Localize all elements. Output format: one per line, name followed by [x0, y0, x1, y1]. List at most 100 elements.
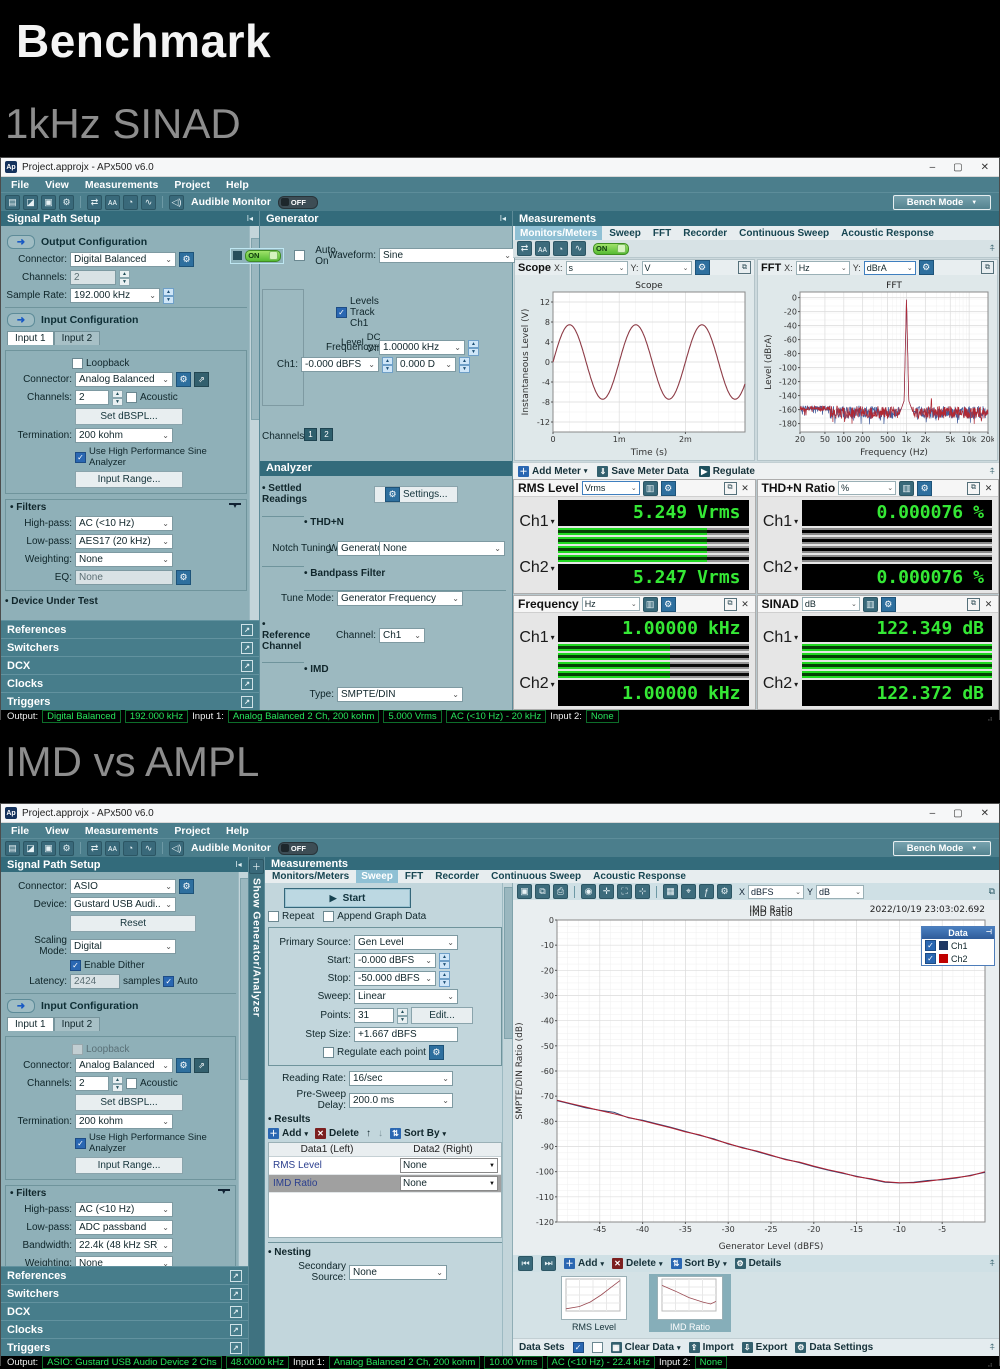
dataset2-checkbox[interactable]	[592, 1342, 603, 1353]
ch1-level-select[interactable]: -0.000 dBFS	[301, 357, 379, 372]
secondary-source-select[interactable]: None	[349, 1265, 447, 1280]
meter-settings-icon[interactable]	[917, 481, 932, 496]
monitor-icon[interactable]	[123, 841, 138, 856]
verify-icon[interactable]	[535, 241, 550, 256]
latency-auto-checkbox[interactable]	[163, 976, 174, 987]
close-button[interactable]: ✕	[981, 162, 989, 173]
ch1-selector[interactable]: Ch1	[516, 615, 558, 661]
popout-icon[interactable]	[230, 1270, 242, 1282]
pin-icon[interactable]: ⍏	[990, 466, 995, 477]
thumbnail-rms-level[interactable]: RMS Level	[553, 1274, 635, 1332]
show-generator-strip[interactable]: Show Generator/Analyzer	[249, 857, 265, 1356]
graph-popout-icon[interactable]: ⧉	[989, 886, 995, 897]
accordion-dcx[interactable]: DCX	[1, 656, 259, 674]
repeat-checkbox[interactable]	[268, 911, 279, 922]
grid-icon[interactable]	[663, 884, 678, 899]
monitors-on-toggle[interactable]: ON	[593, 243, 629, 255]
expand-icon[interactable]	[249, 859, 264, 874]
enable-dither-checkbox[interactable]	[70, 960, 81, 971]
fft-y-select[interactable]: dBrA	[864, 261, 916, 275]
ref-channel-select[interactable]: Ch1	[379, 628, 425, 643]
start-button[interactable]: Start	[284, 888, 411, 908]
bandwidth-select[interactable]: 22.4k (48 kHz SR)	[75, 1238, 173, 1253]
sequence-icon[interactable]	[141, 841, 156, 856]
zoom-icon[interactable]	[581, 884, 596, 899]
hps-analyzer-checkbox[interactable]	[75, 452, 86, 463]
result-add-button[interactable]: ＋Add▾	[268, 1128, 308, 1139]
hps-analyzer-checkbox[interactable]	[75, 1138, 86, 1149]
pin-icon[interactable]: ⍏	[990, 1342, 995, 1353]
regulate-settings-icon[interactable]	[429, 1045, 444, 1060]
loopback-checkbox[interactable]	[72, 358, 83, 369]
output-channels-spinner[interactable]: ▲▼	[119, 270, 130, 285]
meter-popout-icon[interactable]	[967, 598, 980, 611]
popout-icon[interactable]	[230, 1288, 242, 1300]
last-result-icon[interactable]	[541, 1256, 556, 1271]
eq-input[interactable]: None	[75, 570, 173, 585]
sort-by-button[interactable]: ⇅Sort By▾	[390, 1128, 446, 1139]
left-scrollbar[interactable]	[249, 226, 259, 620]
legend-pin-icon[interactable]: ⊣	[986, 928, 992, 936]
weighting-select[interactable]: None	[75, 552, 173, 567]
thd-unit-select[interactable]: %	[838, 481, 896, 495]
popout-icon[interactable]	[241, 696, 253, 708]
legend-header[interactable]: Data⊣	[922, 927, 994, 939]
ch1-selector[interactable]: Ch1	[760, 499, 802, 545]
cursor-icon[interactable]	[681, 884, 696, 899]
result-delete-button[interactable]: ✕Delete	[315, 1128, 359, 1139]
audible-monitor-toggle[interactable]: OFF	[278, 842, 318, 855]
ch2-selector[interactable]: Ch2	[516, 662, 558, 708]
sinad-unit-select[interactable]: dB	[802, 597, 860, 611]
graph-print-icon[interactable]	[553, 884, 568, 899]
meter-popout-icon[interactable]	[724, 482, 737, 495]
input-channels-input[interactable]: 2	[75, 390, 109, 405]
clear-data-button[interactable]: ▦Clear Data▾	[611, 1342, 681, 1353]
accordion-switchers[interactable]: Switchers	[1, 638, 259, 656]
input-range-button[interactable]: Input Range...	[75, 471, 183, 488]
graph-delete-button[interactable]: ✕Delete▾	[612, 1258, 663, 1269]
accordion-triggers[interactable]: Triggers	[1, 1338, 248, 1356]
ch2-visible-checkbox[interactable]	[925, 953, 936, 964]
legend-item-ch2[interactable]: Ch2	[922, 952, 994, 965]
ch2-selector[interactable]: Ch2	[516, 546, 558, 592]
tab-recorder[interactable]: Recorder	[678, 226, 732, 240]
reset-button[interactable]: Reset	[70, 915, 196, 932]
close-button[interactable]: ✕	[981, 808, 989, 819]
menu-measurements[interactable]: Measurements	[85, 825, 159, 837]
sample-rate-select[interactable]: 192.000 kHz	[70, 288, 160, 303]
first-result-icon[interactable]	[518, 1256, 533, 1271]
gen-channel-1-button[interactable]: 1	[304, 428, 317, 441]
scope-y-select[interactable]: V	[642, 261, 692, 275]
regulate-button[interactable]: ▶Regulate	[699, 466, 755, 477]
tab-monitors-meters[interactable]: Monitors/Meters	[267, 870, 354, 883]
step-size-input[interactable]: +1.667 dBFS	[354, 1027, 458, 1042]
highpass-select[interactable]: AC (<10 Hz)	[75, 1202, 173, 1217]
output-connector-select[interactable]: Digital Balanced	[70, 252, 176, 267]
scope-icon[interactable]	[571, 241, 586, 256]
dc-offset-select[interactable]: 0.000 D	[396, 357, 456, 372]
meter-close-icon[interactable]: ✕	[740, 483, 751, 494]
input-connector-settings-icon[interactable]	[176, 372, 191, 387]
graph-save-icon[interactable]	[517, 884, 532, 899]
ch2-selector[interactable]: Ch2	[760, 546, 802, 592]
frequency-select[interactable]: 1.00000 kHz	[379, 340, 465, 355]
graph-add-button[interactable]: ＋Add▾	[564, 1258, 604, 1269]
popout-icon[interactable]	[241, 660, 253, 672]
meter-settings-icon[interactable]	[881, 597, 896, 612]
ana-weighting-select[interactable]: None	[379, 541, 505, 556]
rms-unit-select[interactable]: Vrms	[582, 481, 640, 495]
bargraph-style-icon[interactable]	[863, 597, 878, 612]
audible-monitor-toggle[interactable]: OFF	[278, 196, 318, 209]
accordion-triggers[interactable]: Triggers	[1, 692, 259, 710]
dataset1-checkbox[interactable]	[573, 1342, 584, 1353]
tab-continuous-sweep[interactable]: Continuous Sweep	[734, 226, 834, 240]
settings-icon[interactable]	[59, 841, 74, 856]
meter-close-icon[interactable]: ✕	[983, 483, 994, 494]
bench-mode-button[interactable]: Bench Mode	[893, 195, 991, 210]
verify-icon[interactable]	[105, 195, 120, 210]
meter-settings-icon[interactable]	[661, 481, 676, 496]
sample-rate-spinner[interactable]: ▲▼	[163, 288, 174, 303]
graph-copy-icon[interactable]	[535, 884, 550, 899]
menu-file[interactable]: File	[11, 179, 29, 191]
fft-x-select[interactable]: Hz	[796, 261, 850, 275]
